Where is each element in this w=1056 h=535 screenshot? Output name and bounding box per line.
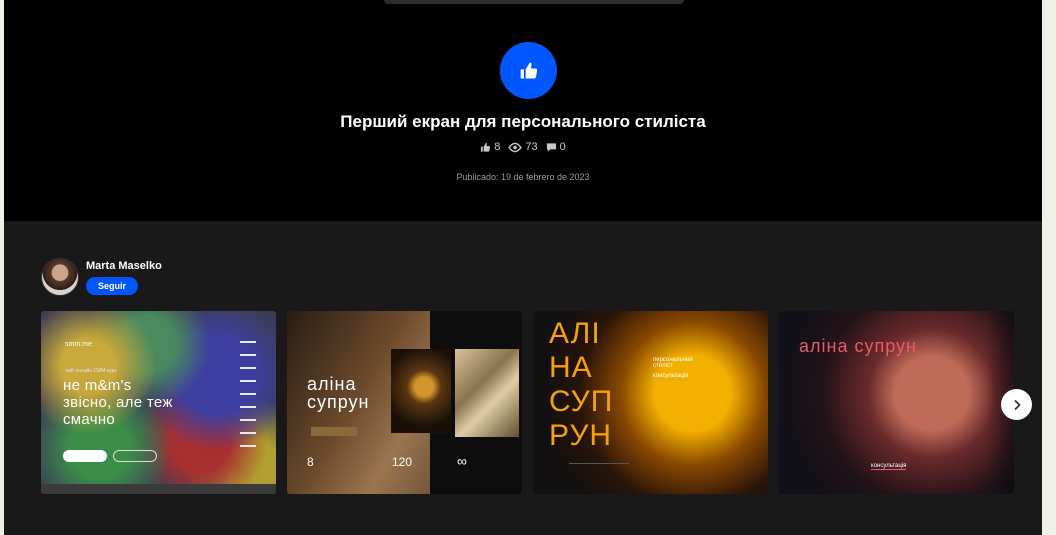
- project-thumbnail[interactable]: аліна супрун консультація: [779, 311, 1014, 494]
- thumbnail-button: [311, 427, 357, 436]
- thumbnail-button: [113, 450, 157, 462]
- likes-stat: 8: [480, 141, 500, 153]
- thumbnail-button: консультація: [871, 463, 907, 470]
- follow-button[interactable]: Seguir: [86, 277, 138, 295]
- project-title: Перший екран для персонального стиліста: [340, 112, 706, 131]
- comments-stat: 0: [546, 141, 566, 153]
- next-button[interactable]: [1001, 389, 1032, 420]
- owner-name[interactable]: Marta Maselko: [86, 260, 162, 272]
- thumbs-up-icon: [481, 142, 491, 152]
- chevron-right-icon: [1013, 399, 1021, 410]
- comments-count: 0: [559, 141, 566, 153]
- thumbnail-subtitle: твій онлайн СММ-курс: [65, 368, 117, 374]
- thumbnail-footer-bar: [41, 484, 276, 494]
- views-stat: 73: [508, 141, 538, 153]
- project-thumbnail[interactable]: аліна супрун 8 120 ∞: [287, 311, 522, 494]
- eye-icon: [508, 142, 523, 152]
- thumbnail-stat: ∞: [457, 453, 467, 469]
- page: Перший екран для персонального стиліста …: [0, 0, 1056, 535]
- thumbnail-photo: [455, 349, 519, 437]
- thumbnail-divider: [569, 463, 629, 479]
- thumbnail-stat: 8: [307, 455, 314, 469]
- thumbnail-letters: АЛІ НА СУП РУН: [549, 317, 614, 452]
- thumbnail-name: аліна супрун: [799, 336, 917, 356]
- published-date: Publicado: 19 de febrero de 2023: [456, 172, 590, 182]
- thumbnail-headline: не m&m's звісно, але теж смачно: [63, 377, 173, 428]
- thumbnail-menu: [240, 341, 256, 447]
- comment-icon: [546, 142, 556, 152]
- likes-count: 8: [494, 141, 501, 153]
- project-stats: 8 73 0: [4, 141, 1042, 153]
- thumbnail-stat: 120: [392, 455, 413, 469]
- like-project-button[interactable]: [500, 42, 557, 99]
- owner-section: Marta Maselko Seguir smm.me твій онлайн …: [4, 221, 1042, 535]
- project-image-bottom-edge: [384, 0, 684, 4]
- views-count: 73: [525, 141, 538, 153]
- thumbnail-button: [63, 450, 107, 462]
- project-thumbnail[interactable]: smm.me твій онлайн СММ-курс не m&m's зві…: [41, 311, 276, 494]
- project-hero: Перший екран для персонального стиліста …: [4, 0, 1042, 221]
- thumbnail-button: консультація: [653, 373, 689, 380]
- thumbnail-brand: smm.me: [65, 341, 92, 348]
- project-thumbnail[interactable]: АЛІ НА СУП РУН персональний стиліст конс…: [533, 311, 768, 494]
- owner-avatar[interactable]: [41, 258, 79, 296]
- thumbnail-name: аліна супрун: [307, 374, 370, 412]
- thumbnail-photo: [391, 349, 451, 433]
- thumbnail-label: персональний стиліст: [653, 357, 693, 369]
- thumbs-up-icon: [520, 62, 537, 78]
- frame-right: [1042, 0, 1056, 535]
